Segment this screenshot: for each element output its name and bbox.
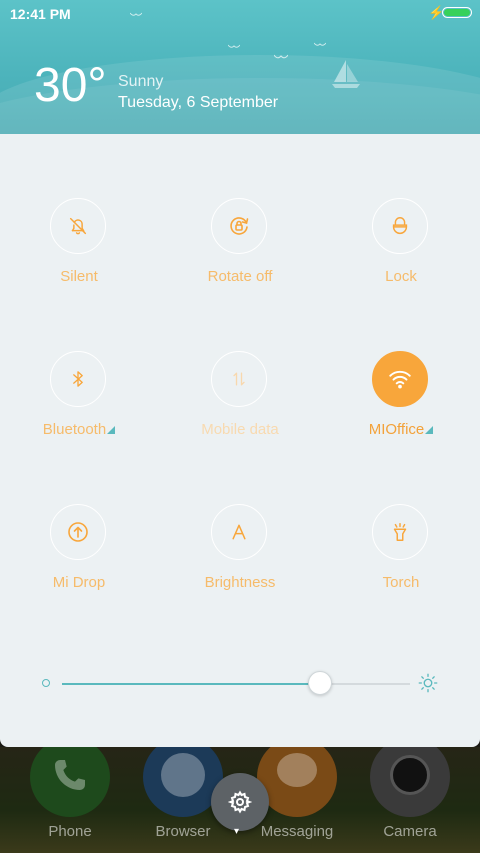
- tile-label: Silent: [60, 268, 98, 285]
- bird-icon: [314, 42, 326, 46]
- wifi-icon: [372, 351, 428, 407]
- camera-icon[interactable]: [370, 747, 450, 817]
- tile-label: Torch: [382, 574, 420, 591]
- slider-track[interactable]: [62, 683, 410, 685]
- bell-off-icon: [50, 198, 106, 254]
- tile-label: Bluetooth: [14, 421, 144, 438]
- app-label: Camera: [383, 823, 437, 840]
- bird-icon: [130, 12, 142, 16]
- mobile-data-icon: [211, 351, 267, 407]
- bird-icon: [228, 44, 240, 48]
- slider-thumb[interactable]: [307, 671, 332, 695]
- weather-date: Tuesday, 6 September: [118, 94, 279, 111]
- tile-mi-drop[interactable]: Mi Drop: [14, 504, 144, 614]
- mi-drop-icon: [50, 504, 106, 560]
- tile-label: Rotate off: [207, 268, 273, 285]
- gear-icon: [228, 790, 252, 814]
- tile-torch[interactable]: Torch: [336, 504, 466, 614]
- sailboat-icon: [332, 60, 360, 88]
- tile-lock[interactable]: Lock: [336, 198, 466, 308]
- brightness-auto-icon: [211, 504, 267, 560]
- weather-temperature: 30°: [34, 59, 107, 112]
- tile-rotate-off[interactable]: Rotate off: [175, 198, 305, 308]
- tile-label: Mi Drop: [52, 574, 106, 591]
- tile-label: MIOffice: [336, 421, 466, 438]
- chevron-down-icon: ▾: [234, 826, 240, 837]
- battery-icon: [442, 7, 472, 18]
- tile-label: Lock: [385, 268, 417, 285]
- lock-icon: [372, 198, 428, 254]
- slider-fill: [62, 683, 320, 685]
- tile-brightness[interactable]: Brightness: [175, 504, 305, 614]
- tile-label-text: MIOffice: [368, 421, 425, 438]
- tile-label: Brightness: [204, 574, 276, 591]
- bird-icon: [274, 54, 288, 59]
- tile-label: Mobile data: [201, 421, 279, 438]
- phone-icon[interactable]: [30, 747, 110, 817]
- expand-triangle-icon[interactable]: [107, 426, 116, 434]
- brightness-slider[interactable]: [40, 664, 440, 704]
- settings-button[interactable]: [211, 773, 269, 831]
- weather-condition: Sunny: [118, 73, 164, 90]
- status-bar: 12:41 PM ⚡: [0, 0, 480, 28]
- quick-settings-panel: Silent Rotate off Lock Bluetooth Mobile …: [0, 134, 480, 747]
- torch-icon: [372, 504, 428, 560]
- app-label: Phone: [48, 823, 92, 840]
- brightness-max-icon: [418, 673, 438, 693]
- tile-bluetooth[interactable]: Bluetooth: [14, 351, 144, 461]
- status-clock: 12:41 PM: [10, 6, 71, 22]
- weather-header[interactable]: 12:41 PM ⚡ 30° Sunny Tuesday, 6 Septembe…: [0, 0, 480, 134]
- messaging-icon[interactable]: [257, 747, 337, 817]
- tile-silent[interactable]: Silent: [14, 198, 144, 308]
- expand-triangle-icon[interactable]: [425, 426, 434, 434]
- brightness-min-icon: [42, 679, 50, 687]
- tile-mobile-data[interactable]: Mobile data: [175, 351, 305, 461]
- bluetooth-icon: [50, 351, 106, 407]
- rotate-lock-icon: [211, 198, 267, 254]
- tile-wifi[interactable]: MIOffice: [336, 351, 466, 461]
- tile-label-text: Bluetooth: [42, 421, 107, 438]
